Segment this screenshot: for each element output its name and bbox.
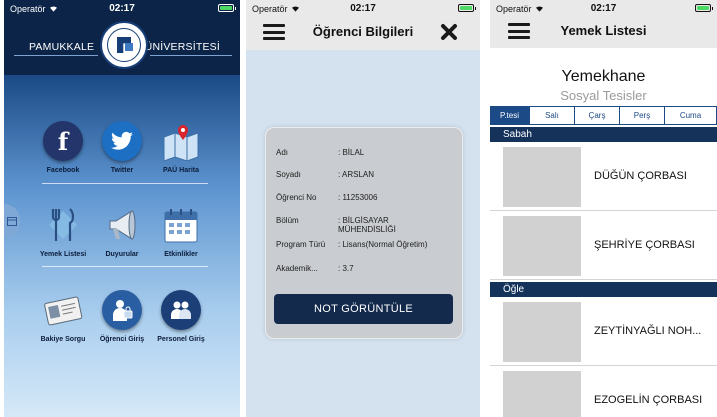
twitter-icon: [102, 121, 142, 161]
tile-label: Twitter: [110, 167, 134, 174]
close-icon[interactable]: [440, 23, 458, 41]
status-time: 02:17: [590, 3, 617, 14]
student-icon: [102, 290, 142, 330]
list-item[interactable]: EZOGELİN ÇORBASI: [490, 367, 717, 417]
venue-name: Yemekhane: [561, 68, 646, 85]
meal-image-placeholder: [503, 302, 581, 362]
tile-student-login[interactable]: Öğrenci Giriş: [90, 290, 154, 343]
tile-label: Öğrenci Giriş: [99, 336, 145, 343]
field-value: : BİLAL: [338, 148, 365, 157]
tab-monday[interactable]: P.tesi: [490, 106, 530, 125]
field-label: Program Türü: [276, 240, 326, 249]
tile-label: Yemek Listesi: [39, 251, 87, 258]
header-rule-left: [14, 55, 98, 56]
tab-friday[interactable]: Cuma: [665, 106, 717, 125]
meal-image-placeholder: [503, 147, 581, 207]
header-rule-right: [150, 55, 232, 56]
battery-icon: [695, 4, 713, 12]
tile-menu[interactable]: Yemek Listesi: [31, 205, 95, 258]
meal-name: DÜĞÜN ÇORBASI: [594, 170, 687, 182]
battery-icon: [218, 4, 236, 12]
divider: [42, 266, 208, 267]
field-label: Adı: [276, 148, 289, 157]
status-bar: Operatör 02:17: [246, 0, 480, 17]
student-info-screen: Operatör 02:17 Öğrenci Bilgileri Adı : Bİ…: [246, 0, 480, 417]
status-time: 02:17: [109, 3, 135, 14]
id-card-icon: [43, 290, 83, 330]
meal-image-placeholder: [503, 371, 581, 417]
meal-name: EZOGELİN ÇORBASI: [594, 394, 703, 406]
field-label: Bölüm: [276, 216, 299, 225]
field-value: : Lisans(Normal Öğretim): [338, 240, 428, 249]
tab-tuesday[interactable]: Salı: [530, 106, 575, 125]
tile-label: Facebook: [46, 167, 80, 174]
calendar-icon: [161, 205, 201, 245]
tab-thursday[interactable]: Perş: [620, 106, 665, 125]
university-header: PAMUKKALE ÜNİVERSİTESİ: [4, 17, 240, 75]
section-header-breakfast: Sabah: [490, 127, 717, 142]
section-header-lunch: Öğle: [490, 282, 717, 297]
map-icon: [161, 121, 201, 162]
student-info-card: Adı : BİLAL Soyadı : ARSLAN Öğrenci No : 11…: [266, 128, 462, 338]
divider: [42, 183, 208, 184]
tile-label: Etkinlikler: [164, 251, 198, 258]
view-grades-button[interactable]: NOT GÖRÜNTÜLE: [274, 294, 453, 324]
home-screen: Operatör 02:17 PAMUKKALE ÜNİVERSİTESİ f …: [4, 0, 240, 417]
field-value: : ARSLAN: [338, 170, 375, 179]
tile-label: Personel Giriş: [157, 336, 205, 343]
page-title: Yemek Listesi: [560, 23, 647, 38]
list-item[interactable]: ZEYTİNYAĞLI NOH...: [490, 298, 717, 366]
meal-name: ZEYTİNYAĞLI NOH...: [594, 325, 702, 337]
tile-balance[interactable]: Bakiye Sorgu: [31, 290, 95, 343]
staff-icon: [161, 290, 201, 330]
tile-label: PAÜ Harita: [162, 167, 200, 174]
tab-wednesday[interactable]: Çarş: [575, 106, 620, 125]
tile-map[interactable]: PAÜ Harita: [149, 121, 213, 174]
cutlery-icon: [43, 205, 83, 245]
tile-events[interactable]: Etkinlikler: [149, 205, 213, 258]
nav-bar: Operatör 02:17 Öğrenci Bilgileri: [246, 0, 480, 50]
meal-name: ŞEHRİYE ÇORBASI: [594, 239, 695, 251]
field-label: Akademik...: [276, 264, 318, 273]
day-tabs: P.tesi Salı Çarş Perş Cuma: [490, 106, 717, 125]
university-seal-logo: [100, 21, 148, 69]
list-item[interactable]: ŞEHRİYE ÇORBASI: [490, 212, 717, 280]
status-time: 02:17: [350, 3, 376, 14]
tile-staff-login[interactable]: Personel Giriş: [149, 290, 213, 343]
university-name-left: PAMUKKALE: [29, 41, 95, 53]
meal-list-screen: Operatör 02:17 Yemek Listesi Yemekhane S…: [490, 0, 717, 417]
battery-icon: [458, 4, 476, 12]
tile-twitter[interactable]: Twitter: [90, 121, 154, 174]
venue-subtitle: Sosyal Tesisler: [560, 88, 647, 103]
tile-announcements[interactable]: Duyurular: [90, 205, 154, 258]
field-label: Öğrenci No: [276, 193, 317, 202]
nav-bar: Operatör 02:17 Yemek Listesi: [490, 0, 717, 48]
calendar-icon: [7, 217, 17, 226]
field-value: : 11253006: [338, 193, 378, 202]
field-label: Soyadı: [276, 170, 301, 179]
tile-label: Duyurular: [105, 251, 139, 258]
meal-image-placeholder: [503, 216, 581, 276]
field-value: : 3.7: [338, 264, 354, 273]
status-bar: Operatör 02:17: [490, 0, 717, 17]
list-item[interactable]: DÜĞÜN ÇORBASI: [490, 143, 717, 211]
field-value: : BİLGİSAYAR MÜHENDİSLİĞİ: [338, 216, 396, 234]
tile-facebook[interactable]: f Facebook: [31, 121, 95, 174]
status-bar: Operatör 02:17: [4, 0, 240, 17]
side-drawer-handle[interactable]: [4, 204, 20, 238]
megaphone-icon: [102, 205, 142, 245]
tile-label: Bakiye Sorgu: [40, 336, 86, 343]
university-name-right: ÜNİVERSİTESİ: [144, 41, 220, 53]
facebook-icon: f: [43, 121, 83, 161]
